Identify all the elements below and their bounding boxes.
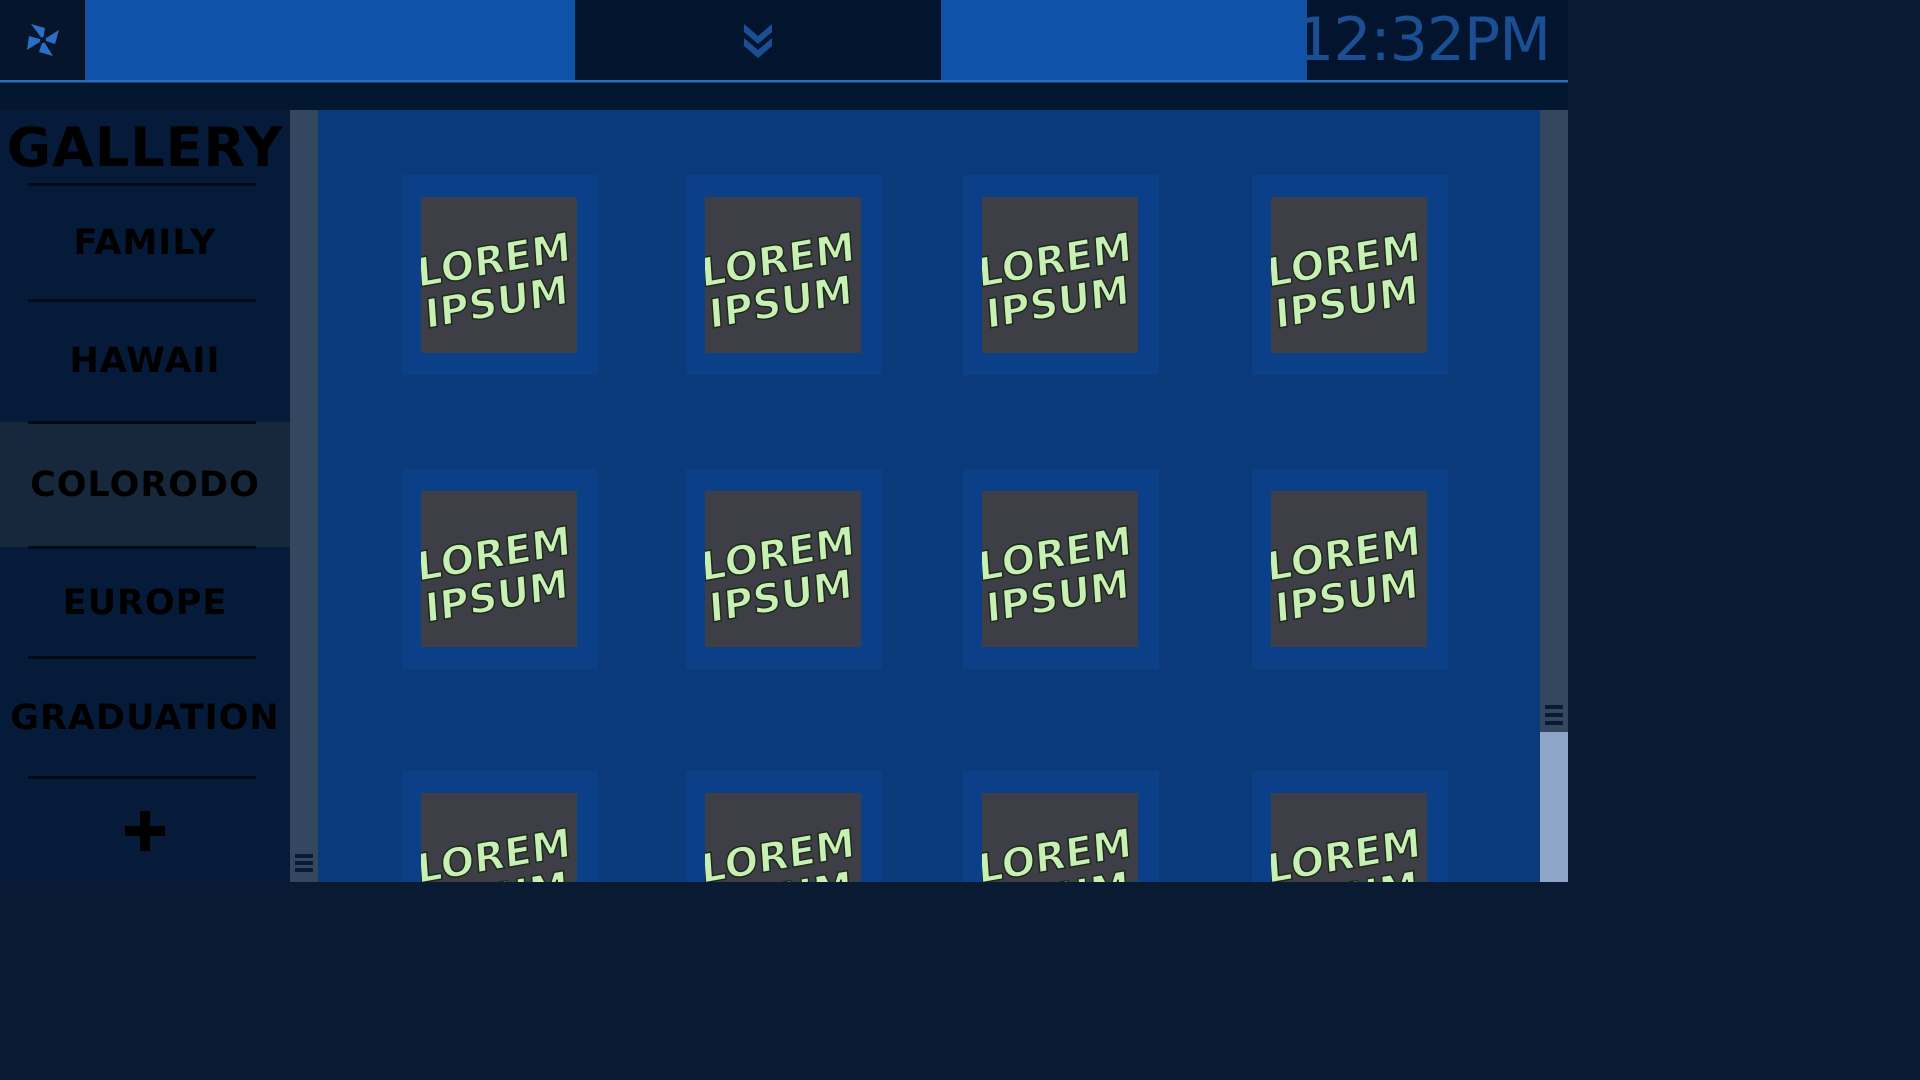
page-title: GALLERY — [6, 116, 284, 179]
thumbnail-image: LOREMIPSUM — [421, 197, 577, 353]
thumbnail-image: LOREMIPSUM — [705, 197, 861, 353]
sidebar-item-europe[interactable]: EUROPE — [0, 550, 290, 656]
sidebar-item-label: FAMILY — [73, 223, 217, 263]
lorem-ipsum-logo: LOREMIPSUM — [982, 819, 1134, 882]
lorem-ipsum-logo: LOREMIPSUM — [705, 819, 857, 882]
sidebar-item-label: HAWAII — [69, 341, 221, 381]
sidebar-item-colorodo[interactable]: COLORODO — [0, 422, 290, 547]
plus-icon — [125, 811, 165, 851]
gallery-tile[interactable]: LOREMIPSUM — [1252, 175, 1448, 375]
scroll-grip-icon[interactable] — [294, 852, 314, 874]
thumbnail-image: LOREMIPSUM — [705, 793, 861, 882]
dropdown-button[interactable] — [575, 0, 941, 82]
sidebar-item-family[interactable]: FAMILY — [0, 188, 290, 298]
divider — [28, 656, 256, 659]
top-bar-left-panel[interactable] — [86, 0, 575, 82]
thumbnail-image: LOREMIPSUM — [982, 491, 1138, 647]
gallery-tile[interactable]: LOREMIPSUM — [1252, 469, 1448, 669]
lorem-ipsum-logo: LOREMIPSUM — [1271, 223, 1423, 339]
gallery-tile[interactable]: LOREMIPSUM — [963, 771, 1159, 882]
clock-text: 12:32PM — [1296, 5, 1551, 75]
divider — [28, 546, 256, 549]
scrollbar-thumb[interactable] — [1540, 732, 1568, 882]
gallery-tile[interactable]: LOREMIPSUM — [963, 175, 1159, 375]
sidebar: GALLERY FAMILY HAWAII COLORODO EUROPE GR… — [0, 110, 290, 882]
divider — [28, 776, 256, 779]
lorem-ipsum-logo: LOREMIPSUM — [982, 223, 1134, 339]
lorem-ipsum-logo: LOREMIPSUM — [421, 517, 573, 633]
gallery-scrollbar[interactable] — [1540, 110, 1568, 882]
pinwheel-icon — [26, 24, 59, 56]
thumbnail-image: LOREMIPSUM — [421, 491, 577, 647]
thumbnail-image: LOREMIPSUM — [421, 793, 577, 882]
thumbnail-image: LOREMIPSUM — [705, 491, 861, 647]
sidebar-item-label: GRADUATION — [10, 698, 280, 738]
gallery-grid: LOREM IPSUM LOREM IPSUM LOREM IPSUM LOREM IPSUM… — [318, 110, 1540, 882]
lorem-ipsum-logo: LOREMIPSUM — [1271, 517, 1423, 633]
scroll-grip-icon[interactable] — [1544, 702, 1564, 728]
gallery-tile[interactable]: LOREMIPSUM — [963, 469, 1159, 669]
lorem-ipsum-logo: LOREMIPSUM — [705, 517, 857, 633]
gallery-tile[interactable]: LOREMIPSUM — [686, 469, 882, 669]
lorem-ipsum-logo: LOREMIPSUM — [1271, 819, 1423, 882]
sidebar-item-label: COLORODO — [30, 464, 260, 505]
thumbnail-image: LOREMIPSUM — [982, 793, 1138, 882]
home-button[interactable] — [0, 0, 86, 82]
gallery-tile[interactable]: LOREMIPSUM — [402, 469, 598, 669]
divider — [28, 421, 256, 424]
app: 12:32PM GALLERY FAMILY HAWAII COLORODO E… — [0, 0, 1568, 882]
thumbnail-image: LOREMIPSUM — [1271, 197, 1427, 353]
thumbnail-image: LOREMIPSUM — [1271, 491, 1427, 647]
gallery-tile[interactable]: LOREMIPSUM — [686, 175, 882, 375]
thumbnail-image: LOREMIPSUM — [982, 197, 1138, 353]
double-chevron-down-icon — [744, 24, 772, 58]
sidebar-scrollbar[interactable] — [290, 110, 318, 882]
sub-bar — [0, 82, 1568, 111]
gallery-tile[interactable]: LOREMIPSUM — [1252, 771, 1448, 882]
sidebar-item-graduation[interactable]: GRADUATION — [0, 660, 290, 776]
lorem-ipsum-logo: LOREMIPSUM — [982, 517, 1134, 633]
gallery-tile[interactable]: LOREMIPSUM — [686, 771, 882, 882]
gallery-tile[interactable]: LOREMIPSUM — [402, 771, 598, 882]
divider — [28, 183, 256, 186]
lorem-ipsum-logo: LOREMIPSUM — [421, 223, 573, 339]
sidebar-item-label: EUROPE — [62, 583, 228, 623]
gallery-tile[interactable]: LOREMIPSUM — [402, 175, 598, 375]
add-album-button[interactable] — [0, 800, 290, 862]
top-bar: 12:32PM — [0, 0, 1568, 82]
top-bar-right-panel[interactable] — [941, 0, 1307, 82]
clock: 12:32PM — [1296, 0, 1568, 82]
thumbnail-image: LOREMIPSUM — [1271, 793, 1427, 882]
sidebar-item-hawaii[interactable]: HAWAII — [0, 302, 290, 420]
lorem-ipsum-logo: LOREMIPSUM — [705, 223, 857, 339]
lorem-ipsum-logo: LOREMIPSUM — [421, 819, 573, 882]
